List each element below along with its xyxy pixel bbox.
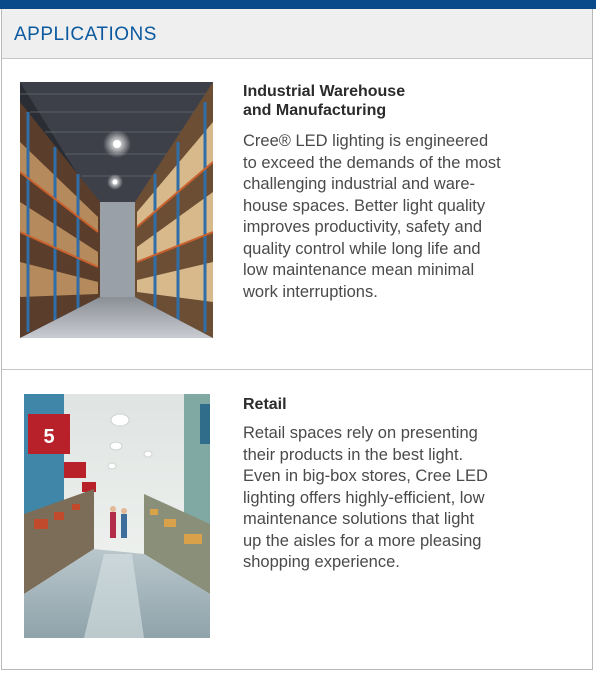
- warehouse-image: [20, 82, 213, 338]
- warehouse-description: Cree® LED lighting is engineered to exce…: [243, 132, 501, 301]
- section-header: APPLICATIONS: [2, 9, 592, 59]
- section-title: APPLICATIONS: [14, 24, 157, 45]
- warehouse-title-line2: and Manufacturing: [243, 102, 387, 119]
- warehouse-title-line1: Industrial Warehouse: [243, 83, 406, 100]
- retail-image: 5: [24, 394, 210, 638]
- applications-panel: APPLICATIONS Industrial Warehouse and Ma…: [1, 9, 593, 670]
- aisle-sign-number: 5: [43, 426, 54, 448]
- section-divider: [2, 369, 592, 370]
- warehouse-title: Industrial Warehouse and Manufacturing: [243, 82, 543, 120]
- retail-description: Retail spaces rely on presenting their p…: [243, 424, 488, 571]
- top-accent-bar: [0, 0, 596, 9]
- retail-title: Retail: [243, 396, 287, 413]
